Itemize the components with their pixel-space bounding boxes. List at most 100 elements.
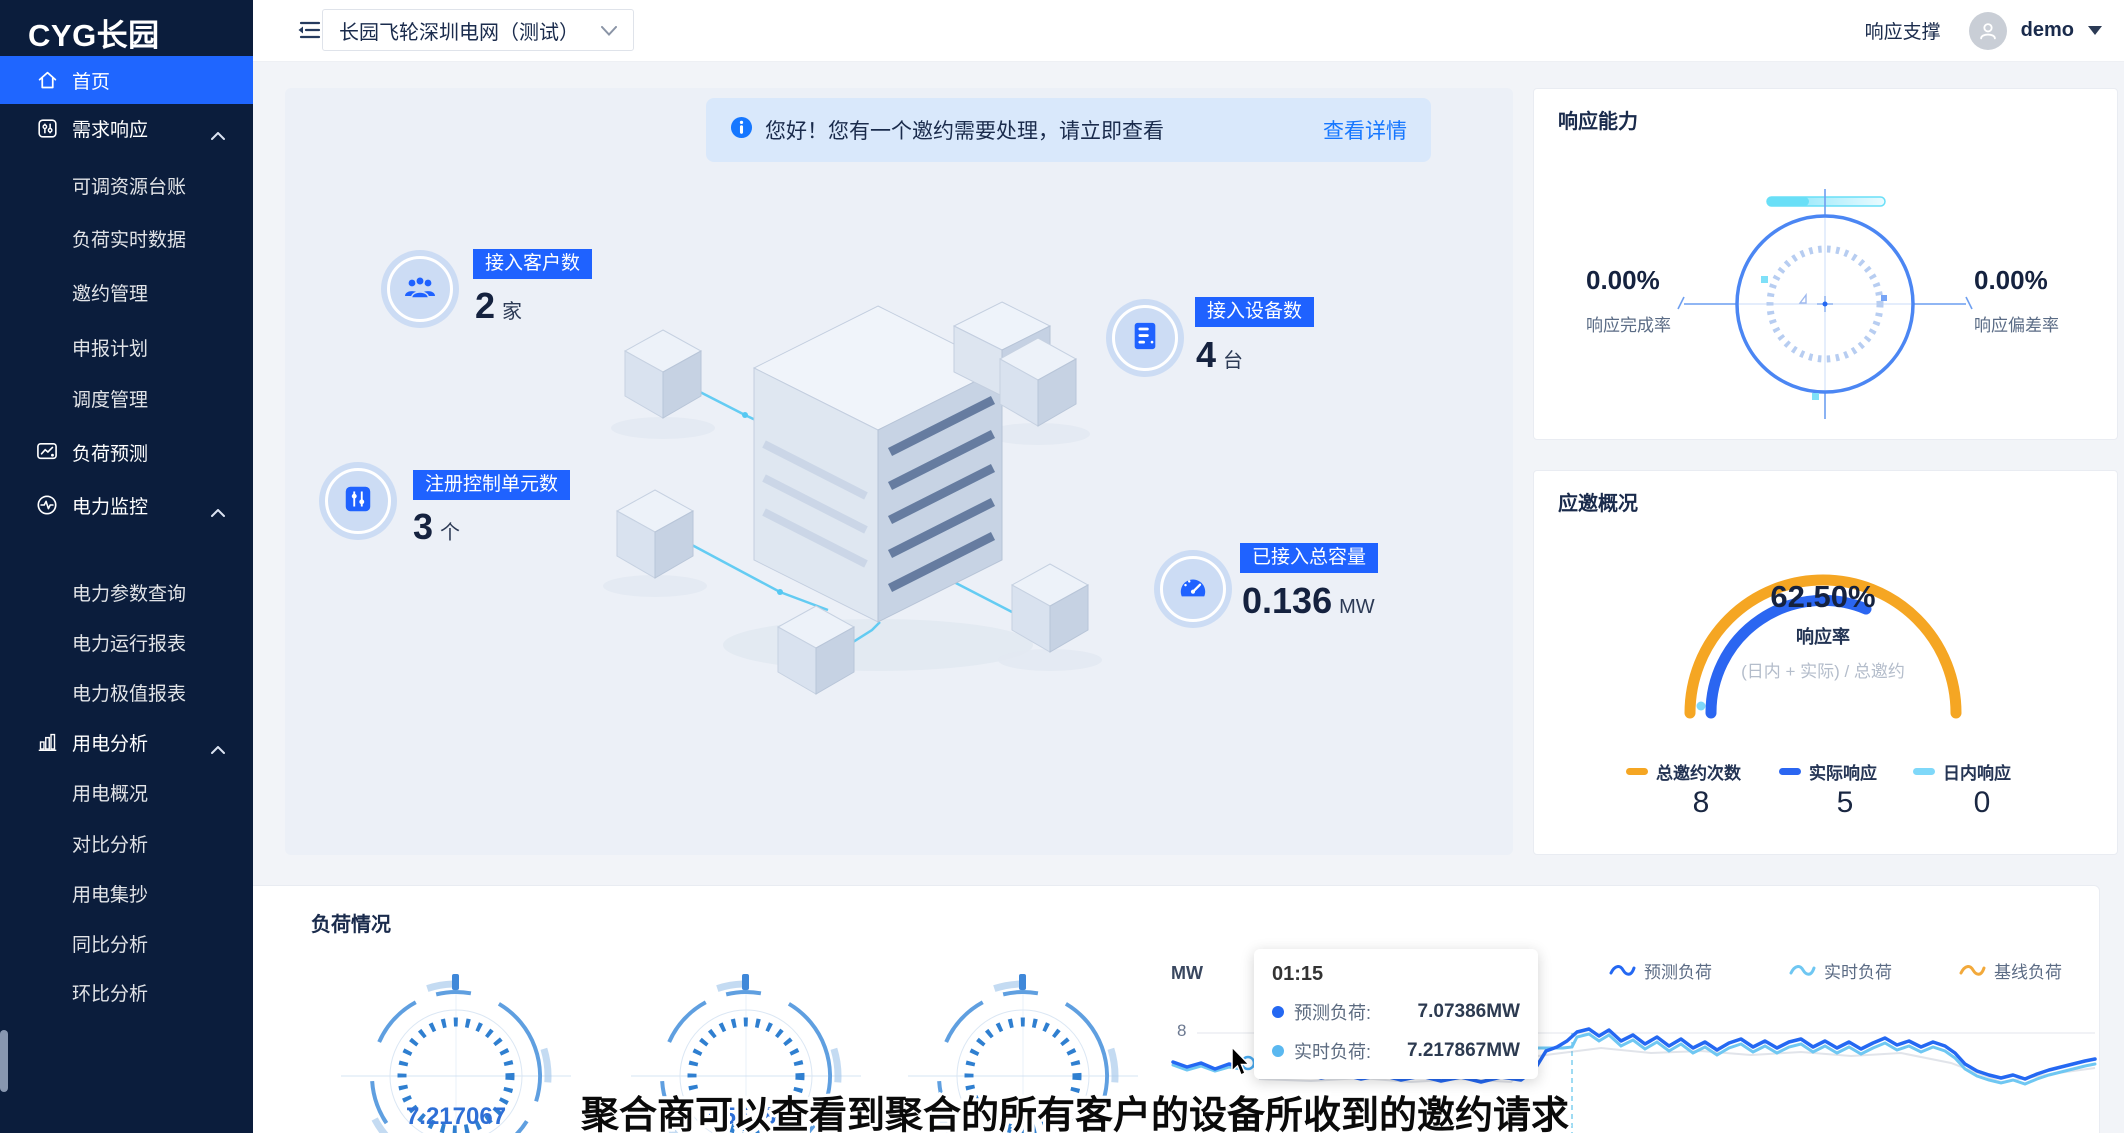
sidebar-item-dispatch-management[interactable]: 调度管理 <box>0 378 253 418</box>
sliders-icon <box>36 117 58 139</box>
gauge-icon <box>1177 572 1209 607</box>
legend-item-actual-response: 实际响应 <box>1779 759 1877 784</box>
stat-label-badge: 注册控制单元数 <box>413 470 570 500</box>
sidebar-item-label: 负荷预测 <box>72 439 148 466</box>
actual-response-count: 5 <box>1815 786 1875 820</box>
control-units-stat-icon-circle <box>319 462 397 540</box>
sidebar-item-yoy-analysis[interactable]: 同比分析 <box>0 923 253 963</box>
sidebar-item-declaration-plan[interactable]: 申报计划 <box>0 327 253 367</box>
sidebar: CYG长园 首页 需求响应 可调资源台账 负荷实时数据 邀约管理 申报计划 调度… <box>0 0 253 1133</box>
devices-stat-icon-circle <box>1106 299 1184 377</box>
sidebar-item-adjustable-resources[interactable]: 可调资源台账 <box>0 165 253 205</box>
chart-legend-forecast[interactable]: 预测负荷 <box>1609 958 1712 983</box>
app-root: CYG长园 首页 需求响应 可调资源台账 负荷实时数据 邀约管理 申报计划 调度… <box>0 0 2124 1133</box>
legend-swatch-lightblue <box>1913 768 1935 775</box>
sidebar-item-power-monitoring[interactable]: 电力监控 <box>0 483 253 527</box>
tooltip-time: 01:15 <box>1272 963 1520 986</box>
caret-down-icon[interactable] <box>2088 26 2102 35</box>
sidebar-item-label: 电力监控 <box>72 492 148 519</box>
overview-hero-panel: 您好！您有一个邀约需要处理，请立即查看 查看详情 接入客户数 2家 注册控制单元… <box>285 88 1513 855</box>
sidebar-item-demand-response[interactable]: 需求响应 <box>0 106 253 150</box>
response-capability-card: 响应能力 <box>1533 88 2118 440</box>
completion-rate-value: 0.00% <box>1586 265 1660 296</box>
sidebar-item-label: 需求响应 <box>72 115 148 142</box>
legend-item-total-invitations: 总邀约次数 <box>1626 759 1741 784</box>
sidebar-item-power-analysis[interactable]: 用电分析 <box>0 720 253 764</box>
users-icon <box>403 272 437 307</box>
capacity-stat-icon-circle <box>1154 550 1232 628</box>
chart-legend-realtime[interactable]: 实时负荷 <box>1789 958 1892 983</box>
avatar[interactable] <box>1969 12 2007 50</box>
legend-item-intraday-response: 日内响应 <box>1913 759 2011 784</box>
topbar: 长园飞轮深圳电网（测试） 响应支撑 demo <box>253 0 2124 62</box>
stat-value: 4台 <box>1196 334 1243 376</box>
sidebar-item-label: 首页 <box>72 67 110 94</box>
chart-tooltip: 01:15 预测负荷: 7.07386MW 实时负荷: 7.217867MW <box>1254 949 1538 1079</box>
home-icon <box>36 69 58 91</box>
stat-label-badge: 接入客户数 <box>473 249 592 279</box>
menu-fold-icon[interactable] <box>296 19 322 46</box>
dot-lightblue <box>1272 1045 1284 1057</box>
support-link[interactable]: 响应支撑 <box>1865 17 1941 44</box>
stat-value: 3个 <box>413 506 460 548</box>
chevron-up-icon <box>211 124 225 146</box>
response-rate-value: 62.50% <box>1673 579 1973 615</box>
sidebar-item-power-parameter-query[interactable]: 电力参数查询 <box>0 572 253 612</box>
sidebar-item-label: 用电分析 <box>72 729 148 756</box>
response-rate-block: 62.50% 响应率 (日内 + 实际) / 总邀约 <box>1673 579 1973 699</box>
intraday-response-count: 0 <box>1952 786 2012 820</box>
chevron-up-icon <box>211 738 225 760</box>
chart-legend-baseline[interactable]: 基线负荷 <box>1959 958 2062 983</box>
mouse-cursor <box>1231 1046 1253 1076</box>
isometric-network-illustration <box>560 230 1170 700</box>
sidebar-item-mom-analysis[interactable]: 环比分析 <box>0 972 253 1012</box>
sidebar-item-power-extreme-report[interactable]: 电力极值报表 <box>0 672 253 712</box>
org-selector-dropdown[interactable]: 长园飞轮深圳电网（测试） <box>322 9 634 51</box>
video-subtitle-overlay: 聚合商可以查看到聚合的所有客户的设备所收到的邀约请求 <box>581 1084 1569 1133</box>
info-icon <box>730 116 753 144</box>
wave-icon-orange <box>1959 963 1986 978</box>
notification-text: 您好！您有一个邀约需要处理，请立即查看 <box>765 115 1164 145</box>
notification-banner: 您好！您有一个邀约需要处理，请立即查看 查看详情 <box>706 98 1431 162</box>
sidebar-item-power-usage-overview[interactable]: 用电概况 <box>0 772 253 812</box>
topbar-right-group: 响应支撑 demo <box>1865 0 2102 61</box>
sidebar-item-invitation-management[interactable]: 邀约管理 <box>0 272 253 312</box>
chevron-up-icon <box>211 501 225 523</box>
server-icon <box>1130 320 1160 357</box>
stat-label-badge: 接入设备数 <box>1195 297 1314 327</box>
stat-value: 2家 <box>475 285 522 327</box>
clients-stat-icon-circle <box>381 250 459 328</box>
sidebar-item-meter-reading[interactable]: 用电集抄 <box>0 873 253 913</box>
deviation-rate-value: 0.00% <box>1974 265 2048 296</box>
view-details-link[interactable]: 查看详情 <box>1323 115 1407 145</box>
chevron-down-icon <box>601 19 617 42</box>
response-rate-label: 响应率 <box>1673 623 1973 649</box>
legend-swatch-blue <box>1779 768 1801 775</box>
control-sliders-icon <box>342 483 374 520</box>
forecast-chart-icon <box>36 441 58 463</box>
sidebar-item-home[interactable]: 首页 <box>0 56 253 104</box>
total-invitations-count: 8 <box>1671 786 1731 820</box>
bar-chart-icon <box>36 731 58 753</box>
invitation-overview-card: 应邀概况 62.50% 响应率 (日内 + 实际) / 总邀约 总邀约次数 实际… <box>1533 470 2118 855</box>
scrollbar-thumb[interactable] <box>0 1030 8 1092</box>
deviation-rate-label: 响应偏差率 <box>1974 311 2059 336</box>
sidebar-item-comparison-analysis[interactable]: 对比分析 <box>0 823 253 863</box>
legend-swatch-orange <box>1626 768 1648 775</box>
stat-label-badge: 已接入总容量 <box>1240 543 1378 573</box>
tooltip-row-realtime: 实时负荷: 7.217867MW <box>1272 1038 1520 1064</box>
sidebar-item-load-forecast[interactable]: 负荷预测 <box>0 430 253 474</box>
sidebar-item-realtime-load-data[interactable]: 负荷实时数据 <box>0 218 253 258</box>
wave-icon-lightblue <box>1789 963 1816 978</box>
username[interactable]: demo <box>2021 19 2074 42</box>
card-title: 负荷情况 <box>311 908 391 937</box>
response-rate-formula: (日内 + 实际) / 总邀约 <box>1673 657 1973 682</box>
svg-text:7.217067: 7.217067 <box>406 1103 506 1130</box>
org-selector-value: 长园飞轮深圳电网（测试） <box>339 16 579 45</box>
dot-blue <box>1272 1006 1284 1018</box>
stat-value: 0.136MW <box>1242 580 1375 622</box>
sidebar-item-power-operation-report[interactable]: 电力运行报表 <box>0 622 253 662</box>
wave-icon-blue <box>1609 963 1636 978</box>
brand-logo: CYG长园 <box>28 10 160 55</box>
tooltip-row-forecast: 预测负荷: 7.07386MW <box>1272 999 1520 1025</box>
